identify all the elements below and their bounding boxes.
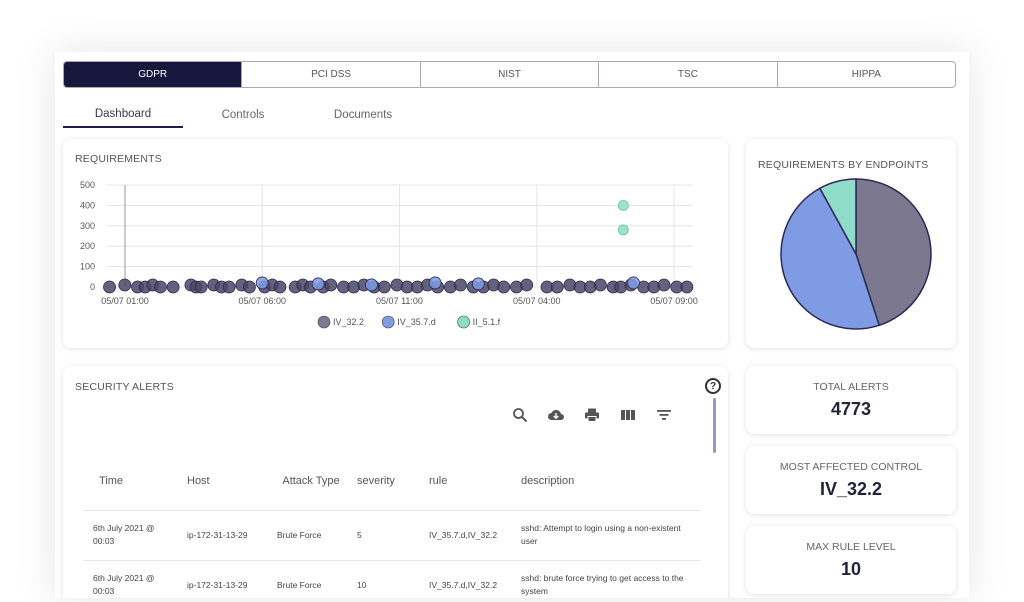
tab-gdpr[interactable]: GDPR <box>64 62 243 87</box>
total-alerts-value: 4773 <box>830 399 872 419</box>
scatter-point <box>273 280 287 294</box>
scatter-point <box>222 280 236 294</box>
search-icon[interactable] <box>511 406 529 424</box>
column-header-host[interactable]: Host <box>181 452 271 511</box>
table-header-row: Time Host Attack Type severity rule desc… <box>83 452 701 511</box>
endpoints-pie-chart <box>780 178 932 330</box>
cloud-download-icon[interactable] <box>547 406 565 424</box>
scatter-point <box>550 280 564 294</box>
max-rule-level-card: MAX RULE LEVEL 10 <box>746 526 956 594</box>
scatter-point <box>497 280 511 294</box>
x-tick-label: 05/07 06:00 <box>238 296 286 306</box>
cell-time: 6th July 2021 @ 00:03 <box>83 510 181 561</box>
legend-label: IV_35.7.d <box>397 317 436 327</box>
security-alerts-title: SECURITY ALERTS <box>75 381 174 393</box>
y-tick-label: 100 <box>80 262 95 272</box>
alerts-table: Time Host Attack Type severity rule desc… <box>83 452 701 598</box>
cell-attack-type: Brute Force <box>271 510 351 561</box>
cell-attack-type: Brute Force <box>271 560 351 598</box>
y-tick-label: 200 <box>80 241 95 251</box>
scrollbar-thumb[interactable] <box>713 398 716 453</box>
table-row[interactable]: 6th July 2021 @ 00:03 ip-172-31-13-29 Br… <box>83 560 701 598</box>
requirements-card: REQUIREMENTS 500 400 300 200 100 0 05/07 01:00… <box>63 139 728 348</box>
cell-description: sshd: brute force trying to get access t… <box>515 560 701 598</box>
tab-documents[interactable]: Documents <box>303 102 423 128</box>
scatter-point <box>657 278 671 292</box>
y-tick-label: 300 <box>80 221 95 231</box>
tab-controls[interactable]: Controls <box>183 102 303 128</box>
most-affected-control-value: IV_32.2 <box>819 479 883 499</box>
column-header-severity[interactable]: severity <box>351 452 423 511</box>
scatter-point <box>166 280 180 294</box>
legend-label: IV_32.2 <box>333 317 364 327</box>
scatter-point <box>627 276 640 290</box>
x-tick-label: 05/07 09:00 <box>650 296 698 306</box>
scatter-point <box>377 280 391 294</box>
tab-nist[interactable]: NIST <box>421 62 600 87</box>
y-tick-label: 0 <box>90 282 95 292</box>
scatter-point <box>680 280 694 294</box>
security-alerts-card: SECURITY ALERTS ? Time Host Attack Type … <box>63 366 728 598</box>
requirements-scatter-chart: 500 400 300 200 100 0 05/07 01:00 05/07 06:00 05… <box>80 180 698 329</box>
y-tick-label: 500 <box>80 180 95 190</box>
scatter-point <box>194 280 208 294</box>
x-tick-label: 05/07 11:00 <box>376 296 423 306</box>
scatter-point <box>617 200 629 211</box>
scatter-point <box>118 278 132 292</box>
scatter-point <box>255 276 269 290</box>
cell-host: ip-172-31-13-29 <box>181 510 271 561</box>
standards-tabs: GDPR PCI DSS NIST TSC HIPPA <box>63 61 956 88</box>
legend-marker <box>317 315 331 329</box>
tab-hippa[interactable]: HIPPA <box>778 62 955 87</box>
legend-marker <box>457 315 470 329</box>
tab-pci-dss[interactable]: PCI DSS <box>242 62 421 87</box>
cell-severity: 5 <box>351 510 423 561</box>
scatter-point <box>324 278 338 292</box>
cell-description: sshd: Attempt to login using a non-exist… <box>515 510 701 561</box>
cell-rule: IV_35.7.d,IV_32.2 <box>423 560 515 598</box>
scatter-point <box>243 280 256 294</box>
view-tabs: Dashboard Controls Documents <box>63 102 423 128</box>
print-icon[interactable] <box>583 406 601 424</box>
legend-marker <box>381 315 395 329</box>
column-header-time[interactable]: Time <box>83 452 181 511</box>
total-alerts-label: TOTAL ALERTS <box>813 381 889 393</box>
scatter-point <box>154 280 167 294</box>
cell-time: 6th July 2021 @ 00:03 <box>83 560 181 598</box>
columns-icon[interactable] <box>619 406 637 424</box>
legend-label: II_5.1.f <box>473 317 501 327</box>
column-header-description[interactable]: description <box>515 452 701 511</box>
scatter-point <box>428 276 442 290</box>
scatter-point <box>594 278 607 292</box>
y-tick-label: 400 <box>80 200 95 210</box>
x-tick-label: 05/07 04:00 <box>513 296 561 306</box>
cell-rule: IV_35.7.d,IV_32.2 <box>423 510 515 561</box>
scatter-point <box>471 277 485 291</box>
app-frame: GDPR PCI DSS NIST TSC HIPPA Dashboard Co… <box>55 52 969 598</box>
scatter-point <box>365 278 378 292</box>
x-tick-label: 05/07 01:00 <box>101 296 149 306</box>
cell-severity: 10 <box>351 560 423 598</box>
tab-tsc[interactable]: TSC <box>599 62 778 87</box>
max-rule-level-label: MAX RULE LEVEL <box>806 541 896 553</box>
table-row[interactable]: 6th July 2021 @ 00:03 ip-172-31-13-29 Br… <box>83 510 701 561</box>
filter-icon[interactable] <box>655 406 673 424</box>
scatter-point <box>454 278 467 292</box>
tab-dashboard[interactable]: Dashboard <box>63 102 183 128</box>
column-header-attack-type[interactable]: Attack Type <box>271 452 351 511</box>
total-alerts-card: TOTAL ALERTS 4773 <box>746 366 956 434</box>
endpoints-card: REQUIREMENTS BY ENDPOINTS <box>746 139 956 348</box>
scatter-point <box>311 277 325 291</box>
column-header-rule[interactable]: rule <box>423 452 515 511</box>
scatter-point <box>617 224 629 236</box>
most-affected-control-card: MOST AFFECTED CONTROL IV_32.2 <box>746 446 956 514</box>
cell-host: ip-172-31-13-29 <box>181 560 271 598</box>
scatter-point <box>103 280 116 294</box>
most-affected-control-label: MOST AFFECTED CONTROL <box>779 461 923 473</box>
max-rule-level-value: 10 <box>840 559 862 579</box>
help-icon[interactable]: ? <box>705 378 721 394</box>
scatter-point <box>520 278 534 292</box>
table-toolbar <box>511 406 673 424</box>
